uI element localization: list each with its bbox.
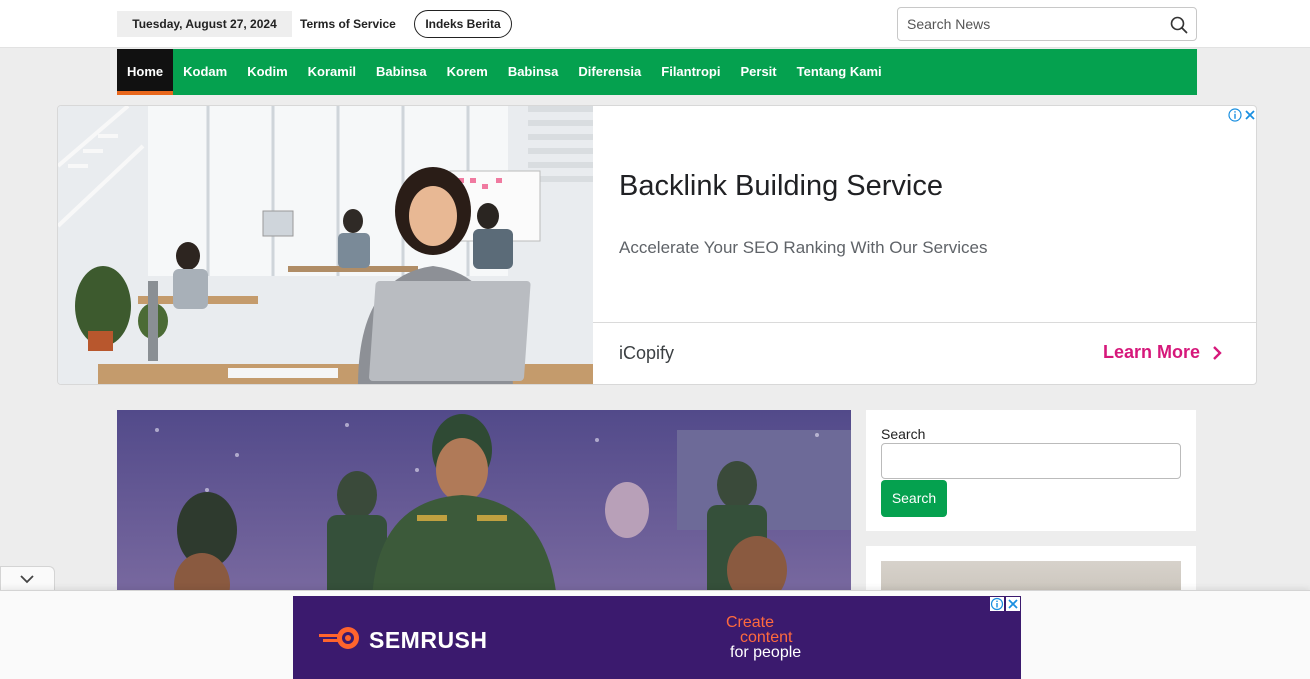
- semrush-tagline-for-people: for people: [730, 644, 802, 661]
- sidebar-search-widget: Search Search: [866, 410, 1196, 531]
- top-bar: Tuesday, August 27, 2024 Terms of Servic…: [0, 0, 1310, 48]
- ad-description: Accelerate Your SEO Ranking With Our Ser…: [619, 238, 988, 257]
- nav-item-babinsa-2[interactable]: Babinsa: [498, 49, 569, 95]
- nav-item-diferensia[interactable]: Diferensia: [568, 49, 651, 95]
- semrush-brand: SEMRUSH: [369, 627, 488, 653]
- nav-item-filantropi[interactable]: Filantropi: [651, 49, 730, 95]
- ad-advertiser-name: iCopify: [619, 343, 675, 363]
- ad-headline[interactable]: Backlink Building Service: [619, 170, 943, 203]
- semrush-tagline-content: content: [740, 629, 793, 646]
- display-ad-banner[interactable]: Backlink Building Service Accelerate You…: [57, 105, 1257, 385]
- search-news-box: [897, 7, 1197, 41]
- nav-item-koramil[interactable]: Koramil: [298, 49, 366, 95]
- nav-item-persit[interactable]: Persit: [730, 49, 786, 95]
- nav-item-babinsa[interactable]: Babinsa: [366, 49, 437, 95]
- ad-info-icon[interactable]: [990, 597, 1004, 611]
- nav-item-home[interactable]: Home: [117, 49, 174, 95]
- sidebar-search-input[interactable]: [881, 443, 1181, 479]
- chevron-right-icon[interactable]: [1210, 344, 1224, 362]
- main-nav: Home Kodam Kodim Koramil Babinsa Korem B…: [117, 49, 1197, 95]
- indeks-berita-button[interactable]: Indeks Berita: [414, 10, 512, 38]
- nav-item-tentang-kami[interactable]: Tentang Kami: [787, 49, 892, 95]
- nav-item-kodam[interactable]: Kodam: [173, 49, 237, 95]
- ad-close-icon[interactable]: [1244, 108, 1256, 122]
- semrush-tagline-create: Create: [726, 614, 775, 631]
- ad-collapse-tab[interactable]: [0, 566, 55, 591]
- semrush-ad[interactable]: SEMRUSH Create content for people: [293, 596, 1021, 679]
- nav-item-kodim[interactable]: Kodim: [237, 49, 297, 95]
- chevron-down-icon[interactable]: [19, 573, 35, 585]
- current-date: Tuesday, August 27, 2024: [117, 11, 292, 37]
- ad-office-photo: [58, 106, 593, 384]
- nav-item-korem[interactable]: Korem: [437, 49, 498, 95]
- ad-learn-more-button[interactable]: Learn More: [1103, 342, 1200, 363]
- ad-info-icon[interactable]: [1228, 108, 1242, 122]
- terms-of-service-link[interactable]: Terms of Service: [300, 11, 396, 37]
- ad-close-icon[interactable]: [1006, 597, 1020, 611]
- search-icon[interactable]: [1170, 16, 1188, 34]
- sidebar-search-label: Search: [881, 426, 926, 442]
- ad-divider: [593, 322, 1256, 323]
- sidebar-search-button[interactable]: Search: [881, 480, 947, 517]
- semrush-logo-icon: [319, 627, 359, 649]
- search-news-input[interactable]: [907, 14, 1157, 34]
- featured-article-image[interactable]: [117, 410, 851, 600]
